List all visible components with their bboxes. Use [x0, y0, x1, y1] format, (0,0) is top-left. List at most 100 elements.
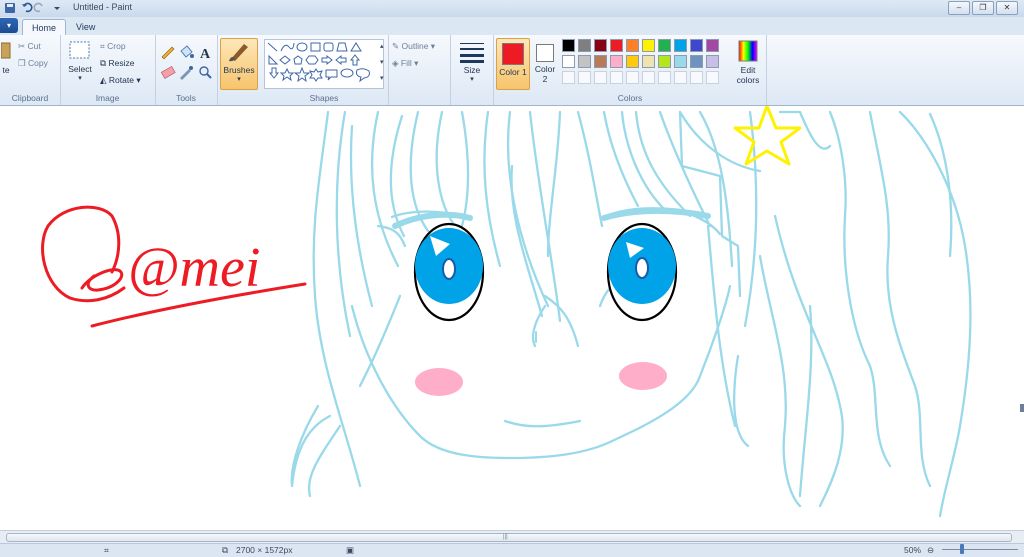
palette-color-swatch[interactable]	[690, 55, 703, 68]
left-arrow-shape-icon[interactable]	[335, 54, 347, 66]
brushes-button[interactable]: Brushes ▾	[220, 38, 258, 90]
color2-button[interactable]: Color 2	[531, 38, 559, 88]
shapes-scroll[interactable]: ▴ ▾ ▾	[380, 39, 388, 87]
size-button[interactable]: Size ▾	[457, 41, 487, 83]
paint-menu-button[interactable]: ▾	[0, 18, 18, 33]
zoom-slider-thumb[interactable]	[960, 544, 964, 554]
diamond-shape-icon[interactable]	[279, 55, 291, 65]
rounded-rectangle-shape-icon[interactable]	[323, 42, 334, 52]
pencil-icon[interactable]	[161, 46, 175, 60]
rounded-callout-shape-icon[interactable]	[325, 69, 338, 81]
polygon-shape-icon[interactable]	[336, 42, 348, 52]
palette-color-swatch[interactable]	[578, 39, 591, 52]
pentagon-shape-icon[interactable]	[293, 55, 303, 65]
tab-home[interactable]: Home	[22, 19, 67, 36]
palette-custom-slot[interactable]	[626, 71, 639, 84]
copy-button[interactable]: ❐ Copy	[18, 58, 48, 69]
curve-shape-icon[interactable]	[280, 42, 295, 52]
up-arrow-shape-icon[interactable]	[349, 54, 361, 66]
palette-color-swatch[interactable]	[642, 39, 655, 52]
copy-label: Copy	[28, 58, 48, 68]
color2-label: Color 2	[534, 64, 556, 84]
close-button[interactable]: ✕	[996, 1, 1018, 15]
fill-button[interactable]: ◈ Fill ▾	[392, 58, 418, 69]
outline-button[interactable]: ✎ Outline ▾	[392, 41, 435, 52]
palette-color-swatch[interactable]	[674, 55, 687, 68]
palette-color-swatch[interactable]	[594, 39, 607, 52]
palette-color-swatch[interactable]	[642, 55, 655, 68]
drawing-canvas[interactable]: @mei	[0, 104, 1024, 530]
restore-button[interactable]: ❐	[972, 1, 994, 15]
undo-icon[interactable]	[22, 2, 33, 13]
palette-custom-slot[interactable]	[642, 71, 655, 84]
save-icon[interactable]	[5, 3, 15, 13]
six-point-star-shape-icon[interactable]	[309, 68, 323, 82]
canvas-resize-handle[interactable]	[1020, 404, 1024, 412]
palette-custom-slot[interactable]	[594, 71, 607, 84]
palette-color-swatch[interactable]	[594, 55, 607, 68]
customize-quick-access-icon[interactable]	[54, 7, 60, 10]
palette-color-swatch[interactable]	[706, 39, 719, 52]
color-picker-icon[interactable]	[180, 66, 193, 80]
minimize-button[interactable]: –	[948, 1, 970, 15]
scrollbar-thumb[interactable]: |||	[6, 533, 1012, 542]
eraser-icon[interactable]	[160, 65, 176, 79]
cloud-callout-shape-icon[interactable]	[356, 68, 370, 83]
ribbon: te ✂ Cut ❐ Copy Clipboard Select ▾ ⌗ Cro…	[0, 35, 1024, 106]
edit-colors-button[interactable]: Edit colors	[732, 39, 764, 85]
palette-color-swatch[interactable]	[706, 55, 719, 68]
size-dropdown-icon[interactable]: ▾	[457, 75, 487, 83]
tab-view[interactable]: View	[67, 19, 104, 35]
zoom-out-button[interactable]: ⊖	[927, 545, 934, 556]
palette-custom-slot[interactable]	[706, 71, 719, 84]
palette-color-swatch[interactable]	[562, 55, 575, 68]
select-dropdown-icon[interactable]: ▾	[64, 74, 96, 82]
palette-custom-slot[interactable]	[578, 71, 591, 84]
color1-button[interactable]: Color 1	[496, 38, 530, 90]
right-triangle-shape-icon[interactable]	[268, 54, 279, 65]
palette-custom-slot[interactable]	[658, 71, 671, 84]
horizontal-scrollbar[interactable]: |||	[0, 530, 1024, 543]
down-arrow-shape-icon[interactable]	[268, 67, 280, 79]
rectangle-shape-icon[interactable]	[310, 42, 321, 52]
paste-button[interactable]: te	[0, 39, 12, 75]
oval-shape-icon[interactable]	[296, 42, 308, 52]
triangle-shape-icon[interactable]	[350, 42, 362, 52]
text-tool-icon[interactable]: A	[200, 47, 211, 62]
shapes-gallery[interactable]	[264, 39, 384, 89]
four-point-star-shape-icon[interactable]	[279, 67, 295, 82]
signature-text: @mei	[128, 237, 260, 299]
fill-bucket-icon[interactable]	[180, 45, 194, 58]
palette-color-swatch[interactable]	[690, 39, 703, 52]
palette-custom-slot[interactable]	[674, 71, 687, 84]
signature: @mei	[41, 205, 307, 328]
zoom-slider[interactable]	[942, 549, 1018, 550]
right-arrow-shape-icon[interactable]	[321, 54, 333, 66]
palette-color-swatch[interactable]	[658, 39, 671, 52]
five-point-star-shape-icon[interactable]	[293, 66, 311, 83]
rotate-button[interactable]: ◭ Rotate ▾	[100, 75, 141, 86]
paste-icon	[0, 42, 11, 59]
oval-callout-shape-icon[interactable]	[340, 68, 354, 78]
fill-label: Fill	[400, 58, 412, 68]
palette-color-swatch[interactable]	[626, 55, 639, 68]
redo-icon[interactable]	[33, 2, 43, 13]
palette-custom-slot[interactable]	[610, 71, 623, 84]
select-button[interactable]: Select ▾	[64, 40, 96, 82]
palette-custom-slot[interactable]	[562, 71, 575, 84]
palette-color-swatch[interactable]	[610, 39, 623, 52]
palette-color-swatch[interactable]	[658, 55, 671, 68]
line-shape-icon[interactable]	[267, 42, 278, 52]
cut-button[interactable]: ✂ Cut	[18, 41, 41, 52]
palette-color-swatch[interactable]	[578, 55, 591, 68]
crop-button[interactable]: ⌗ Crop	[100, 41, 126, 52]
palette-color-swatch[interactable]	[610, 55, 623, 68]
hexagon-shape-icon[interactable]	[305, 55, 319, 65]
brushes-dropdown-icon[interactable]: ▾	[221, 75, 257, 83]
resize-button[interactable]: ⧉ Resize	[100, 58, 134, 69]
palette-color-swatch[interactable]	[674, 39, 687, 52]
palette-color-swatch[interactable]	[562, 39, 575, 52]
palette-color-swatch[interactable]	[626, 39, 639, 52]
magnifier-icon[interactable]	[199, 66, 212, 79]
palette-custom-slot[interactable]	[690, 71, 703, 84]
